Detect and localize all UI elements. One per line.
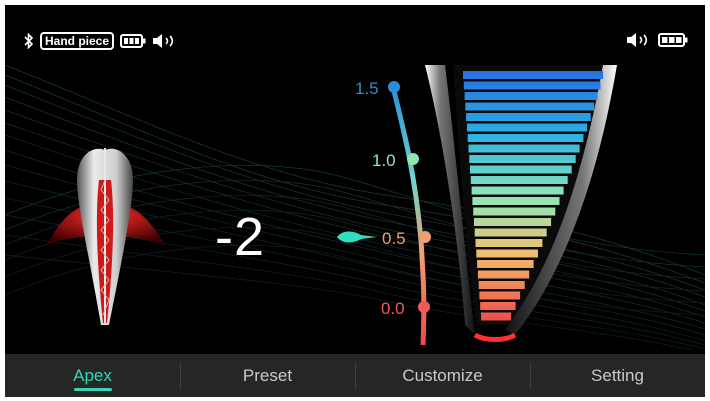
current-position-pointer	[337, 231, 377, 243]
canal-level-bar	[474, 218, 552, 226]
canal-level-bar	[480, 302, 516, 310]
bluetooth-icon	[24, 33, 34, 49]
canal-level-bar	[479, 291, 521, 300]
tab-customize[interactable]: Customize	[355, 354, 530, 397]
canal-level-bar	[469, 155, 576, 163]
canal-level-bar	[464, 92, 598, 100]
canal-level-bar	[477, 260, 534, 268]
canal-level-bar	[471, 186, 564, 195]
tab-apex[interactable]: Apex	[5, 354, 180, 397]
tab-apex-label: Apex	[73, 365, 112, 385]
canal-level-bar	[463, 71, 603, 79]
scale-tick-1-0	[407, 153, 419, 165]
scale-label-1-5: 1.5	[355, 79, 379, 98]
tab-setting[interactable]: Setting	[530, 354, 705, 397]
bottom-nav: Apex Preset Customize Setting	[5, 354, 705, 397]
canal-level-bar	[478, 281, 525, 289]
tooth-illustration	[47, 148, 165, 325]
tab-preset-label: Preset	[242, 365, 293, 385]
apex-screen: Hand piece -2 1.5 1.0 0.5 0.0	[5, 5, 705, 350]
canal-level-bar	[463, 81, 601, 90]
scale-label-0-5: 0.5	[382, 229, 406, 248]
canal-level-bar	[465, 102, 595, 111]
canal-level-bar	[475, 239, 543, 247]
device-screen: Hand piece -2 1.5 1.0 0.5 0.0 Apex Prese…	[5, 5, 705, 397]
scale-tick-0-5	[419, 231, 431, 243]
canal-level-bar	[466, 123, 588, 132]
volume-icon	[627, 33, 648, 47]
battery-icon	[658, 33, 688, 47]
volume-icon	[153, 34, 174, 48]
canal-level-bar	[472, 197, 560, 205]
canal-level-bar	[468, 144, 580, 153]
canal-level-bar	[477, 270, 530, 279]
tab-customize-label: Customize	[402, 365, 483, 385]
status-bar-left: Hand piece	[24, 32, 178, 50]
scale-tick-0-0	[418, 301, 430, 313]
tab-setting-label: Setting	[591, 365, 644, 385]
canal-level-bar	[481, 312, 511, 321]
canal-level-bar	[474, 228, 547, 237]
canal-level-bar	[470, 165, 572, 174]
tab-preset[interactable]: Preset	[180, 354, 355, 397]
scale-tick-1-5	[388, 81, 400, 93]
active-tab-indicator	[73, 388, 112, 391]
scale-label-0-0: 0.0	[381, 299, 405, 318]
scale-label-1-0: 1.0	[372, 151, 396, 170]
canal-level-bar	[476, 249, 538, 258]
canal-level-bar	[470, 176, 568, 184]
canal-level-bar	[473, 207, 556, 216]
canal-level-bar	[466, 113, 591, 121]
apex-reading-value: -2	[215, 207, 266, 267]
canal-level-bar	[467, 134, 584, 142]
status-bar-right	[626, 32, 688, 48]
apex-graphic	[5, 64, 705, 350]
handpiece-label: Hand piece	[40, 32, 115, 50]
battery-icon	[120, 34, 146, 48]
